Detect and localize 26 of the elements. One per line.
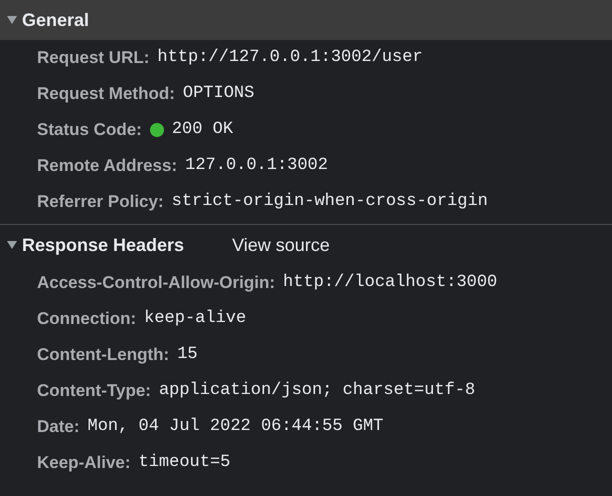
header-name: Keep-Alive: — [37, 452, 131, 474]
header-name: Content-Type: — [37, 380, 151, 402]
header-name: Status Code: — [37, 119, 142, 142]
header-value: OPTIONS — [182, 83, 254, 106]
header-value: Mon, 04 Jul 2022 06:44:55 GMT — [88, 416, 384, 438]
header-value: keep-alive — [144, 308, 246, 330]
header-name: Connection: — [37, 308, 136, 330]
header-value: strict-origin-when-cross-origin — [172, 191, 488, 214]
header-value: timeout=5 — [138, 452, 230, 474]
header-name: Access-Control-Allow-Origin: — [37, 272, 276, 294]
section-title: Response Headers — [22, 234, 184, 257]
section-header[interactable]: General — [0, 0, 612, 40]
section-title: General — [22, 8, 90, 32]
header-value: 200 OK — [172, 119, 234, 142]
header-value: 15 — [177, 344, 198, 366]
header-name: Referrer Policy: — [37, 191, 164, 214]
header-value: http://localhost:3000 — [283, 272, 498, 294]
header-name: Date: — [37, 416, 80, 438]
header-value: application/json; charset=utf-8 — [158, 380, 476, 402]
header-name: Request URL: — [37, 47, 150, 70]
header-value: http://127.0.0.1:3002/user — [157, 47, 423, 70]
header-name: Remote Address: — [37, 155, 178, 178]
header-value: 127.0.0.1:3002 — [185, 155, 328, 178]
header-name: Content-Length: — [37, 344, 170, 366]
view-source-link[interactable]: View source — [232, 232, 330, 258]
header-name: Request Method: — [37, 83, 175, 106]
